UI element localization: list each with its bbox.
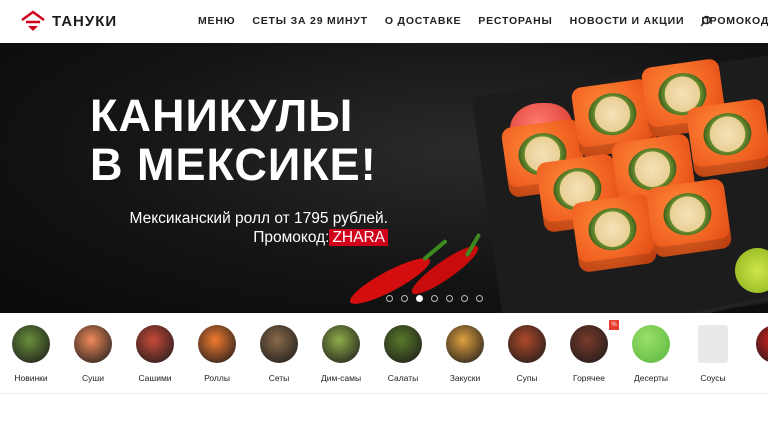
hero-title: КАНИКУЛЫ В МЕКСИКЕ! bbox=[90, 91, 377, 189]
slider-dot[interactable] bbox=[431, 295, 438, 302]
hero-promo: Промокод: ZHARA bbox=[113, 228, 388, 247]
category-item[interactable]: Новинки bbox=[1, 313, 61, 393]
category-item[interactable]: Супы bbox=[497, 313, 557, 393]
nav-item-news[interactable]: НОВОСТИ И АКЦИИ bbox=[570, 15, 685, 27]
rolls-icon bbox=[198, 325, 236, 363]
sashimi-icon bbox=[136, 325, 174, 363]
sushi-roll bbox=[645, 177, 733, 259]
promo-code: ZHARA bbox=[329, 229, 388, 246]
slider-dot[interactable] bbox=[461, 295, 468, 302]
category-item[interactable]: Соусы bbox=[683, 313, 743, 393]
hero-title-line2: В МЕКСИКЕ! bbox=[90, 139, 377, 190]
sauces-icon bbox=[698, 325, 728, 363]
main-nav: МЕНЮ СЕТЫ ЗА 29 МИНУТ О ДОСТАВКЕ РЕСТОРА… bbox=[198, 15, 768, 27]
nav-item-sets[interactable]: СЕТЫ ЗА 29 МИНУТ bbox=[252, 15, 368, 27]
brand-name: ТАНУКИ bbox=[52, 12, 118, 30]
dimsum-icon bbox=[322, 325, 360, 363]
category-item[interactable]: Закуски bbox=[435, 313, 495, 393]
category-item[interactable]: Де bbox=[745, 313, 768, 393]
search-icon[interactable] bbox=[700, 15, 712, 27]
sushi-roll bbox=[685, 97, 768, 179]
salads-icon bbox=[384, 325, 422, 363]
drinks-icon bbox=[756, 325, 768, 363]
promo-label: Промокод: bbox=[253, 229, 330, 246]
new-items-icon bbox=[12, 325, 50, 363]
sushi-roll bbox=[570, 192, 658, 274]
slider-dot[interactable] bbox=[386, 295, 393, 302]
discount-badge: % bbox=[609, 320, 619, 330]
soups-icon bbox=[508, 325, 546, 363]
nav-item-restaurants[interactable]: РЕСТОРАНЫ bbox=[478, 15, 552, 27]
category-label: Де bbox=[735, 373, 768, 383]
category-item[interactable]: Сашими bbox=[125, 313, 185, 393]
logo[interactable]: ТАНУКИ bbox=[20, 10, 117, 32]
hero-banner[interactable]: КАНИКУЛЫ В МЕКСИКЕ! Мексиканский ролл от… bbox=[0, 43, 768, 313]
hero-offer: Мексиканский ролл от 1795 рублей. bbox=[129, 210, 388, 227]
nav-item-menu[interactable]: МЕНЮ bbox=[198, 15, 235, 27]
hot-dishes-icon bbox=[570, 325, 608, 363]
slider-dot[interactable] bbox=[476, 295, 483, 302]
slider-dot[interactable] bbox=[401, 295, 408, 302]
sets-icon bbox=[260, 325, 298, 363]
site-header: ТАНУКИ МЕНЮ СЕТЫ ЗА 29 МИНУТ О ДОСТАВКЕ … bbox=[0, 0, 768, 43]
nav-item-delivery[interactable]: О ДОСТАВКЕ bbox=[385, 15, 461, 27]
category-item[interactable]: Дим-самы bbox=[311, 313, 371, 393]
hero-subtitle: Мексиканский ролл от 1795 рублей. Промок… bbox=[113, 209, 388, 247]
category-item[interactable]: Десерты bbox=[621, 313, 681, 393]
category-bar: Новинки Суши Сашими Роллы Сеты Дим-самы Салаты… bbox=[0, 313, 768, 394]
snacks-icon bbox=[446, 325, 484, 363]
category-item[interactable]: Суши bbox=[63, 313, 123, 393]
tanuki-logo-icon bbox=[21, 10, 45, 31]
category-item[interactable]: Роллы bbox=[187, 313, 247, 393]
category-item[interactable]: Салаты bbox=[373, 313, 433, 393]
category-item[interactable]: Сеты bbox=[249, 313, 309, 393]
slider-dot[interactable] bbox=[446, 295, 453, 302]
slider-dots bbox=[386, 295, 483, 302]
chili-stem bbox=[422, 238, 448, 262]
slider-dot[interactable] bbox=[416, 295, 423, 302]
hero-title-line1: КАНИКУЛЫ bbox=[90, 90, 354, 141]
sushi-icon bbox=[74, 325, 112, 363]
desserts-icon bbox=[632, 325, 670, 363]
